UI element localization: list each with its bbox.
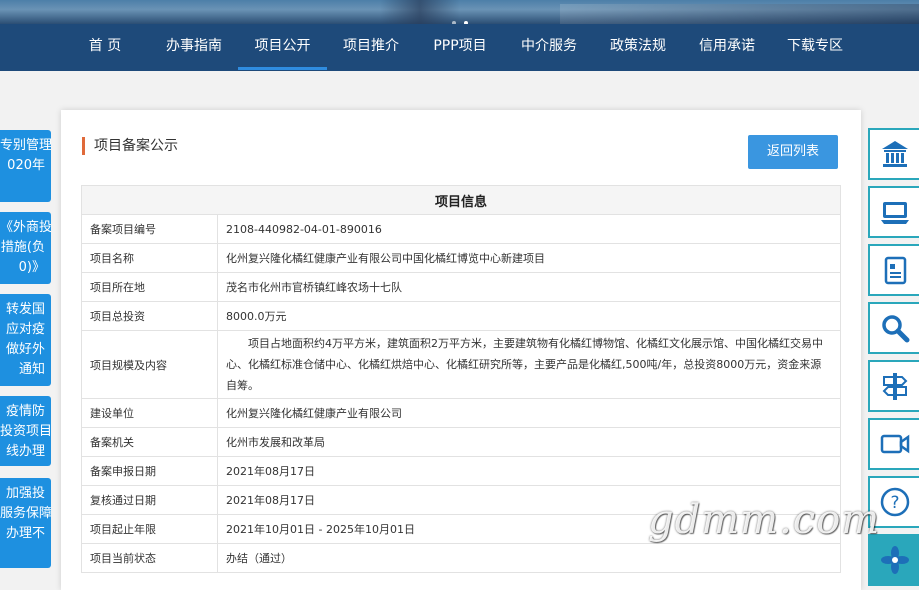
nav-active-indicator bbox=[238, 67, 327, 70]
row-value: 化州市发展和改革局 bbox=[217, 427, 841, 457]
nav-item-ppp[interactable]: PPP项目 bbox=[431, 24, 489, 71]
news-text: 疫情防 bbox=[5, 404, 45, 419]
row-key: 项目规模及内容 bbox=[81, 330, 218, 399]
row-value: 茂名市化州市官桥镇红峰农场十七队 bbox=[217, 272, 841, 302]
table-row: 建设单位 化州复兴隆化橘红健康产业有限公司 bbox=[81, 398, 841, 428]
news-text: 加强投 bbox=[5, 486, 45, 501]
table-row: 复核通过日期 2021年08月17日 bbox=[81, 485, 841, 515]
nav-item-agency[interactable]: 中介服务 bbox=[519, 24, 579, 71]
table-header: 项目信息 bbox=[81, 185, 841, 215]
table-row: 项目起止年限 2021年10月01日 - 2025年10月01日 bbox=[81, 514, 841, 544]
row-key: 复核通过日期 bbox=[81, 485, 218, 515]
row-value: 2108-440982-04-01-890016 bbox=[217, 214, 841, 244]
row-key: 备案项目编号 bbox=[81, 214, 218, 244]
table-row: 备案申报日期 2021年08月17日 bbox=[81, 456, 841, 486]
row-value: 2021年10月01日 - 2025年10月01日 bbox=[217, 514, 841, 544]
nav-item-guide[interactable]: 办事指南 bbox=[164, 24, 224, 71]
news-text: 通知 bbox=[18, 362, 45, 377]
news-text: 0)》 bbox=[18, 260, 45, 275]
left-news-link-1[interactable]: 专别管理 020年 bbox=[0, 130, 51, 202]
help-button[interactable]: ? bbox=[868, 476, 919, 528]
top-banner-image bbox=[0, 0, 919, 24]
signpost-button[interactable] bbox=[868, 360, 919, 412]
row-key: 项目当前状态 bbox=[81, 543, 218, 573]
section-title: 项目备案公示 bbox=[82, 137, 178, 155]
row-key: 项目起止年限 bbox=[81, 514, 218, 544]
project-info-table: 项目信息 备案项目编号 2108-440982-04-01-890016 项目名… bbox=[81, 185, 841, 573]
left-news-link-4[interactable]: 疫情防 投资项目 线办理 bbox=[0, 396, 51, 466]
left-news-link-2[interactable]: 《外商投 措施(负 0)》 bbox=[0, 212, 51, 284]
government-building-icon bbox=[881, 141, 908, 167]
government-building-button[interactable] bbox=[868, 128, 919, 180]
news-text: 办理不 bbox=[5, 526, 45, 541]
left-news-link-3[interactable]: 转发国 应对疫 做好外 通知 bbox=[0, 294, 51, 386]
row-key: 项目所在地 bbox=[81, 272, 218, 302]
row-value: 办结（通过） bbox=[217, 543, 841, 573]
news-text: 转发国 bbox=[5, 302, 45, 317]
row-value: 化州复兴隆化橘红健康产业有限公司中国化橘红博览中心新建项目 bbox=[217, 243, 841, 273]
signpost-icon bbox=[882, 373, 907, 400]
table-row: 项目规模及内容 项目占地面积约4万平方米，建筑面积2万平方米，主要建筑物有化橘红… bbox=[81, 330, 841, 399]
back-to-list-button[interactable]: 返回列表 bbox=[748, 135, 838, 169]
left-news-link-5[interactable]: 加强投 服务保障 办理不 bbox=[0, 478, 51, 568]
news-text: 做好外 bbox=[5, 342, 45, 357]
table-row: 项目名称 化州复兴隆化橘红健康产业有限公司中国化橘红博览中心新建项目 bbox=[81, 243, 841, 273]
row-key: 项目名称 bbox=[81, 243, 218, 273]
row-value: 化州复兴隆化橘红健康产业有限公司 bbox=[217, 398, 841, 428]
video-icon bbox=[880, 434, 909, 454]
nav-item-project-promotion[interactable]: 项目推介 bbox=[341, 24, 401, 71]
content-card: 项目备案公示 返回列表 项目信息 备案项目编号 2108-440982-04-0… bbox=[61, 110, 861, 590]
help-icon: ? bbox=[880, 487, 909, 517]
computer-icon bbox=[880, 202, 909, 224]
row-key: 备案机关 bbox=[81, 427, 218, 457]
table-row: 项目所在地 茂名市化州市官桥镇红峰农场十七队 bbox=[81, 272, 841, 302]
row-key: 备案申报日期 bbox=[81, 456, 218, 486]
search-icon bbox=[881, 315, 909, 343]
computer-button[interactable] bbox=[868, 186, 919, 238]
nav-item-download[interactable]: 下载专区 bbox=[785, 24, 845, 71]
table-row: 备案机关 化州市发展和改革局 bbox=[81, 427, 841, 457]
table-row: 项目当前状态 办结（通过） bbox=[81, 543, 841, 573]
news-text: 投资项目 bbox=[0, 424, 51, 439]
news-text: 应对疫 bbox=[5, 322, 45, 337]
row-value: 项目占地面积约4万平方米，建筑面积2万平方米，主要建筑物有化橘红博物馆、化橘红文… bbox=[217, 330, 841, 399]
nav-item-project-public[interactable]: 项目公开 bbox=[238, 24, 327, 71]
news-text: 措施(负 bbox=[0, 240, 45, 255]
row-value: 2021年08月17日 bbox=[217, 456, 841, 486]
row-key: 项目总投资 bbox=[81, 301, 218, 331]
search-button[interactable] bbox=[868, 302, 919, 354]
svg-text:?: ? bbox=[890, 493, 899, 513]
table-row: 备案项目编号 2108-440982-04-01-890016 bbox=[81, 214, 841, 244]
document-button[interactable] bbox=[868, 244, 919, 296]
news-text: 服务保障 bbox=[0, 506, 51, 521]
nav-item-home[interactable]: 首 页 bbox=[88, 24, 122, 71]
row-value: 8000.0万元 bbox=[217, 301, 841, 331]
nav-item-credit[interactable]: 信用承诺 bbox=[697, 24, 757, 71]
logo-button[interactable] bbox=[868, 534, 919, 586]
nav-item-policy[interactable]: 政策法规 bbox=[608, 24, 668, 71]
news-text: 《外商投 bbox=[0, 220, 51, 235]
row-key: 建设单位 bbox=[81, 398, 218, 428]
news-text: 线办理 bbox=[5, 444, 45, 459]
document-icon bbox=[884, 256, 906, 285]
news-text: 020年 bbox=[7, 158, 45, 173]
row-value: 2021年08月17日 bbox=[217, 485, 841, 515]
video-button[interactable] bbox=[868, 418, 919, 470]
logo-icon bbox=[880, 546, 909, 574]
main-nav: 首 页 办事指南 项目公开 项目推介 PPP项目 中介服务 政策法规 信用承诺 … bbox=[0, 24, 919, 71]
news-text: 专别管理 bbox=[0, 138, 51, 153]
table-row: 项目总投资 8000.0万元 bbox=[81, 301, 841, 331]
